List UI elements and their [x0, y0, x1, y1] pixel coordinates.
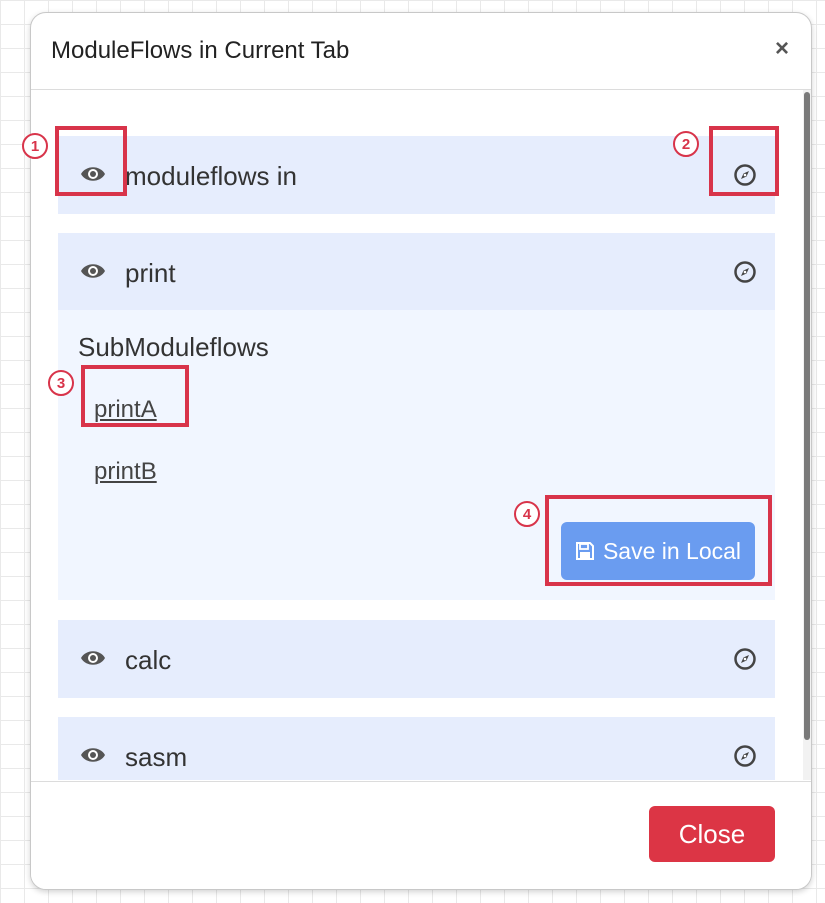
- highlight-box-eye: [55, 126, 127, 196]
- modal-body: moduleflows in print SubModuleflows prin…: [31, 90, 811, 780]
- annotation-marker-2: 2: [673, 131, 699, 157]
- scrollbar-thumb[interactable]: [804, 92, 810, 740]
- flow-name: print: [125, 258, 176, 288]
- flow-row-calc[interactable]: calc: [58, 620, 775, 698]
- scrollbar[interactable]: [803, 90, 811, 780]
- modal-title: ModuleFlows in Current Tab: [51, 37, 350, 64]
- flow-row-sasm[interactable]: sasm: [58, 717, 775, 780]
- compass-icon[interactable]: [733, 260, 757, 284]
- close-button[interactable]: Close: [649, 806, 775, 862]
- highlight-box-save: [545, 495, 772, 586]
- flow-name: moduleflows in: [125, 161, 297, 191]
- flow-name: calc: [125, 645, 172, 675]
- flow-row-print[interactable]: print: [58, 233, 775, 311]
- submodule-link-printB[interactable]: printB: [94, 458, 157, 486]
- flow-row-moduleflows-in[interactable]: moduleflows in: [58, 136, 775, 214]
- compass-icon[interactable]: [733, 744, 757, 768]
- close-icon[interactable]: ×: [775, 37, 789, 61]
- modal-header: ModuleFlows in Current Tab ×: [31, 13, 811, 90]
- annotation-marker-3: 3: [48, 370, 74, 396]
- eye-icon[interactable]: [80, 745, 106, 765]
- eye-icon[interactable]: [80, 648, 106, 668]
- annotation-marker-1: 1: [22, 133, 48, 159]
- submoduleflows-title: SubModuleflows: [78, 332, 269, 362]
- modal-footer: Close: [31, 781, 811, 889]
- eye-icon[interactable]: [80, 261, 106, 281]
- highlight-box-printA: [81, 365, 189, 427]
- highlight-box-compass: [709, 126, 779, 196]
- annotation-marker-4: 4: [514, 501, 540, 527]
- compass-icon[interactable]: [733, 647, 757, 671]
- flow-name: sasm: [125, 742, 188, 772]
